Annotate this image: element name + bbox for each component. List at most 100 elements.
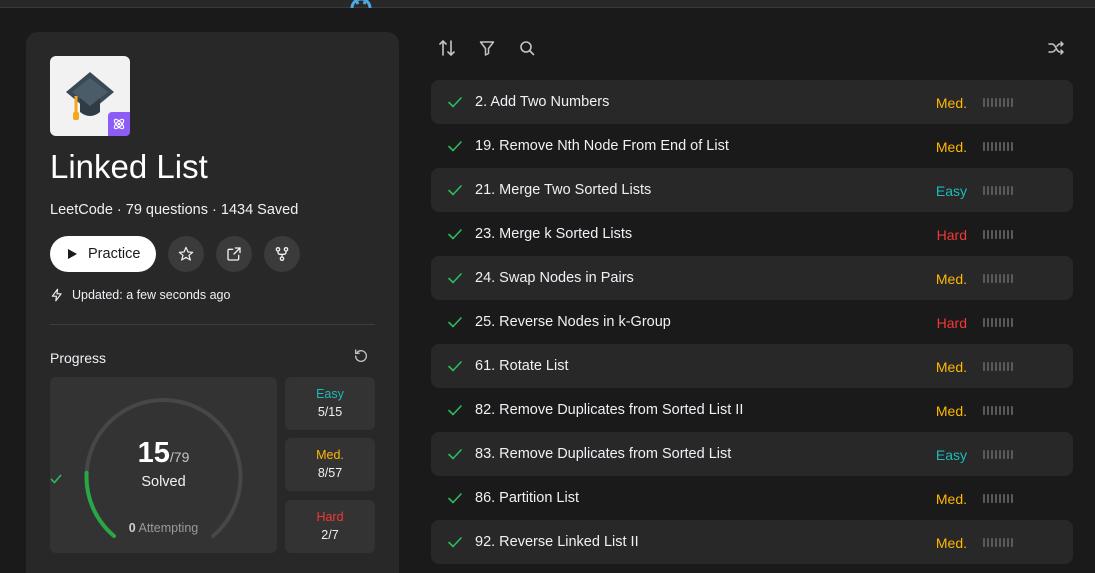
question-title[interactable]: 83. Remove Duplicates from Sorted List — [475, 446, 731, 462]
total-number: /79 — [169, 449, 190, 465]
question-title[interactable]: 61. Rotate List — [475, 358, 569, 374]
hard-label: Hard — [316, 510, 344, 524]
solved-check-icon — [448, 317, 462, 328]
list-title: Linked List — [50, 148, 208, 185]
medium-label: Med. — [316, 448, 344, 462]
question-row[interactable]: 19. Remove Nth Node From End of List Med. — [431, 124, 1073, 168]
medium-value: 8/57 — [317, 466, 343, 480]
fork-button[interactable] — [264, 236, 301, 272]
frequency-bars-icon — [983, 98, 1013, 107]
reset-icon — [355, 349, 367, 362]
share-button[interactable] — [216, 236, 253, 272]
question-row[interactable]: 83. Remove Duplicates from Sorted List Ea… — [431, 432, 1073, 476]
search-button[interactable] — [519, 39, 535, 62]
question-title[interactable]: 2. Add Two Numbers — [475, 94, 609, 110]
external-link-icon — [227, 247, 242, 261]
filter-button[interactable] — [479, 39, 495, 62]
question-row[interactable]: 61. Rotate List Med. — [431, 344, 1073, 388]
shuffle-icon — [1048, 41, 1064, 55]
question-difficulty: Med. — [935, 359, 967, 375]
solved-check-icon — [448, 537, 462, 548]
progress-ring-panel: 15/79 Solved 0 Attempting — [50, 377, 277, 553]
solved-check-icon — [448, 185, 462, 196]
hard-value: 2/7 — [321, 528, 339, 542]
question-row[interactable]: 25. Reverse Nodes in k-Group Hard — [431, 300, 1073, 344]
solved-check-icon — [448, 273, 462, 284]
frequency-bars-icon — [983, 142, 1013, 151]
solved-check-icon — [448, 405, 462, 416]
question-row[interactable]: 92. Reverse Linked List II Med. — [431, 520, 1073, 564]
sort-button[interactable] — [439, 39, 455, 62]
solved-label: Solved — [50, 474, 277, 490]
logo-icon — [350, 0, 372, 8]
frequency-bars-icon — [983, 494, 1013, 503]
progress-label: Progress — [50, 350, 107, 366]
study-list-card: Linked List LeetCode · 79 questions · 14… — [26, 32, 399, 573]
question-row[interactable]: 2. Add Two Numbers Med. — [431, 80, 1073, 124]
frequency-bars-icon — [983, 318, 1013, 327]
question-difficulty: Hard — [936, 315, 967, 331]
question-row[interactable]: 24. Swap Nodes in Pairs Med. — [431, 256, 1073, 300]
question-difficulty: Med. — [935, 95, 967, 111]
frequency-bars-icon — [983, 406, 1013, 415]
solved-check-icon — [448, 361, 462, 372]
check-icon — [50, 474, 62, 484]
atom-badge-icon — [108, 112, 130, 136]
lightning-icon — [51, 288, 62, 302]
play-icon — [68, 249, 77, 259]
question-difficulty: Easy — [935, 183, 967, 199]
practice-label: Practice — [88, 246, 141, 262]
solved-check-icon — [448, 493, 462, 504]
shuffle-button[interactable] — [1048, 39, 1064, 62]
list-actions: Practice — [50, 236, 301, 272]
solved-check-icon — [448, 141, 462, 152]
star-icon — [179, 246, 194, 261]
easy-label: Easy — [316, 387, 344, 401]
question-difficulty: Easy — [935, 447, 967, 463]
practice-button[interactable]: Practice — [50, 236, 157, 272]
question-list: 2. Add Two Numbers Med. 19. Remove Nth Nod… — [431, 80, 1073, 564]
favorite-button[interactable] — [168, 236, 205, 272]
question-title[interactable]: 25. Reverse Nodes in k-Group — [475, 314, 671, 330]
question-row[interactable]: 21. Merge Two Sorted Lists Easy — [431, 168, 1073, 212]
divider — [50, 324, 375, 325]
solved-check-icon — [448, 449, 462, 460]
question-difficulty: Med. — [935, 491, 967, 507]
frequency-bars-icon — [983, 450, 1013, 459]
solved-check-icon — [448, 97, 462, 108]
updated-status: Updated: a few seconds ago — [50, 288, 230, 302]
hard-breakdown: Hard 2/7 — [285, 500, 375, 553]
question-difficulty: Med. — [935, 271, 967, 287]
frequency-bars-icon — [983, 186, 1013, 195]
question-difficulty: Med. — [935, 535, 967, 551]
question-row[interactable]: 86. Partition List Med. — [431, 476, 1073, 520]
question-title[interactable]: 19. Remove Nth Node From End of List — [475, 138, 729, 154]
search-icon — [520, 41, 535, 56]
question-title[interactable]: 82. Remove Duplicates from Sorted List I… — [475, 402, 743, 418]
question-title[interactable]: 92. Reverse Linked List II — [475, 534, 639, 550]
sort-icon — [439, 39, 455, 57]
attempting-count: 0 Attempting — [128, 521, 199, 535]
medium-breakdown: Med. 8/57 — [285, 438, 375, 491]
question-title[interactable]: 86. Partition List — [475, 490, 579, 506]
reset-progress-button[interactable] — [353, 348, 369, 369]
fork-icon — [276, 247, 289, 261]
frequency-bars-icon — [983, 538, 1013, 547]
frequency-bars-icon — [983, 362, 1013, 371]
easy-breakdown: Easy 5/15 — [285, 377, 375, 430]
question-difficulty: Hard — [936, 227, 967, 243]
question-title[interactable]: 23. Merge k Sorted Lists — [475, 226, 632, 242]
frequency-bars-icon — [983, 230, 1013, 239]
question-row[interactable]: 23. Merge k Sorted Lists Hard — [431, 212, 1073, 256]
question-difficulty: Med. — [935, 403, 967, 419]
list-meta: LeetCode · 79 questions · 1434 Saved — [50, 202, 299, 218]
question-row[interactable]: 82. Remove Duplicates from Sorted List I… — [431, 388, 1073, 432]
solved-count: 15/79 — [50, 437, 277, 470]
updated-text: Updated: a few seconds ago — [72, 288, 231, 302]
question-title[interactable]: 21. Merge Two Sorted Lists — [475, 182, 651, 198]
filter-icon — [479, 41, 495, 56]
question-title[interactable]: 24. Swap Nodes in Pairs — [475, 270, 634, 286]
top-navbar — [0, 0, 1095, 8]
solved-number: 15 — [137, 437, 170, 469]
solved-check-icon — [448, 229, 462, 240]
